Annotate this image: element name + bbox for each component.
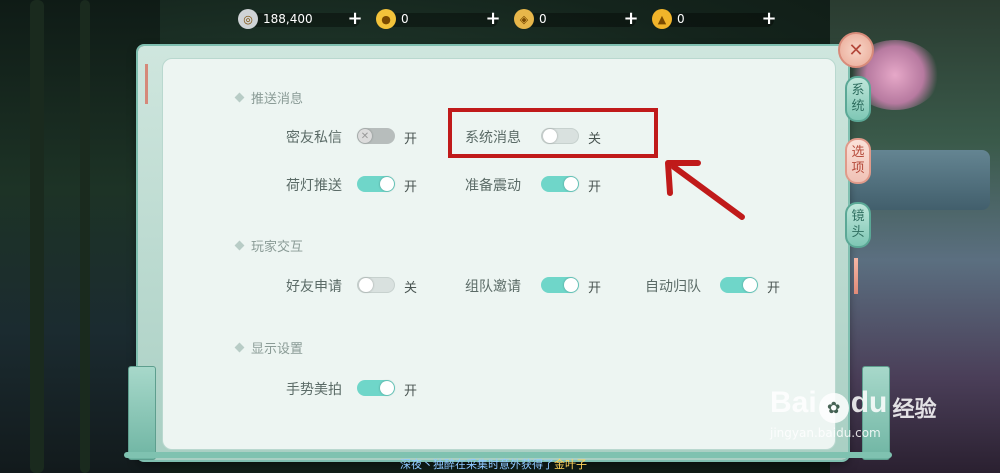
- currency-bar: ◎ 188,400 + ● 0 + ◈ 0 + ▲ 0 +: [236, 8, 788, 32]
- currency-amount: 188,400: [263, 12, 313, 26]
- toggle-knob: ✕: [358, 129, 372, 143]
- auto-return-toggle[interactable]: [720, 277, 758, 293]
- gold-coin-icon: ●: [376, 9, 396, 29]
- section-title: 玩家交互: [251, 240, 304, 255]
- friend-request-toggle[interactable]: [357, 277, 395, 293]
- currency-silver: ◎ 188,400 +: [236, 8, 374, 32]
- close-button[interactable]: ✕: [838, 32, 874, 68]
- currency-jade: ◈ 0 +: [512, 8, 650, 32]
- setting-label: 荷灯推送: [286, 178, 342, 194]
- tab-label: 头: [851, 225, 865, 240]
- section-display-settings: 显示设置: [234, 338, 304, 357]
- team-invite-toggle[interactable]: [541, 277, 579, 293]
- jade-token-icon: ◈: [514, 9, 534, 29]
- tab-label: 统: [851, 99, 865, 114]
- toggle-knob: [359, 278, 373, 292]
- toggle-knob: [564, 278, 578, 292]
- add-currency-button[interactable]: +: [760, 10, 778, 28]
- bamboo-stalk: [30, 0, 44, 473]
- currency-ingot: ▲ 0 +: [650, 8, 788, 32]
- add-currency-button[interactable]: +: [484, 10, 502, 28]
- watermark-url: jingyan.baidu.com: [770, 425, 881, 440]
- bamboo-stalk: [80, 0, 90, 473]
- toggle-knob: [380, 177, 394, 191]
- setting-label: 密友私信: [286, 130, 342, 146]
- tassel-ornament: [145, 64, 148, 104]
- watermark-cn: 经验: [892, 397, 937, 423]
- gold-ingot-icon: ▲: [652, 9, 672, 29]
- setting-label: 手势美拍: [286, 382, 342, 398]
- setting-label: 自动归队: [645, 279, 701, 295]
- diamond-bullet-icon: [234, 342, 245, 353]
- player-name: 独醉: [433, 458, 455, 471]
- tab-label: 镜: [851, 209, 865, 224]
- system-broadcast-message: 深夜丶独醉在采集时意外获得了金叶子: [400, 456, 587, 472]
- gesture-photo-toggle[interactable]: [357, 380, 395, 396]
- tab-camera[interactable]: 镜 头: [845, 202, 871, 248]
- watermark-brand: du: [850, 386, 888, 419]
- setting-label: 好友申请: [286, 279, 342, 295]
- setting-label: 准备震动: [465, 178, 521, 194]
- friend-private-toggle[interactable]: ✕: [357, 128, 395, 144]
- toggle-state: 开: [404, 132, 418, 147]
- diamond-bullet-icon: [234, 92, 245, 103]
- item-name: 金叶子: [554, 458, 587, 471]
- currency-amount: 0: [677, 12, 685, 26]
- player-name: 深夜丶: [400, 458, 433, 471]
- lotus-push-toggle[interactable]: [357, 176, 395, 192]
- toggle-state: 开: [588, 180, 602, 195]
- tab-system[interactable]: 系 统: [845, 76, 871, 122]
- close-icon: ✕: [848, 39, 864, 61]
- frame-pillar-left: [128, 366, 156, 460]
- tab-label: 系: [851, 83, 865, 98]
- paw-logo-icon: ✿: [818, 392, 849, 423]
- message-text: 在采集时意外获得了: [455, 458, 554, 471]
- section-title: 显示设置: [251, 342, 304, 357]
- red-arrow-icon: [665, 160, 745, 220]
- toggle-knob: [380, 381, 394, 395]
- currency-amount: 0: [539, 12, 547, 26]
- setting-label: 组队邀请: [465, 279, 521, 295]
- section-push-messages: 推送消息: [234, 88, 304, 107]
- currency-gold: ● 0 +: [374, 8, 512, 32]
- baidu-watermark: Bai ✿ du 经验 jingyan.baidu.com: [770, 386, 936, 440]
- toggle-state: 开: [767, 281, 781, 296]
- section-title: 推送消息: [251, 92, 304, 107]
- toggle-state: 开: [404, 384, 418, 399]
- section-player-interaction: 玩家交互: [234, 236, 304, 255]
- toggle-state: 关: [404, 281, 418, 296]
- toggle-state: 开: [588, 281, 602, 296]
- highlight-box: [448, 108, 658, 158]
- tassel-ornament: [854, 258, 858, 294]
- watermark-brand: Bai: [770, 386, 817, 419]
- tab-label: 选: [851, 145, 865, 160]
- add-currency-button[interactable]: +: [622, 10, 640, 28]
- tab-options[interactable]: 选 项: [845, 138, 871, 184]
- tab-label: 项: [851, 161, 865, 176]
- toggle-knob: [743, 278, 757, 292]
- diamond-bullet-icon: [234, 240, 245, 251]
- ready-vibrate-toggle[interactable]: [541, 176, 579, 192]
- silver-coin-icon: ◎: [238, 9, 258, 29]
- toggle-state: 开: [404, 180, 418, 195]
- toggle-knob: [564, 177, 578, 191]
- add-currency-button[interactable]: +: [346, 10, 364, 28]
- currency-amount: 0: [401, 12, 409, 26]
